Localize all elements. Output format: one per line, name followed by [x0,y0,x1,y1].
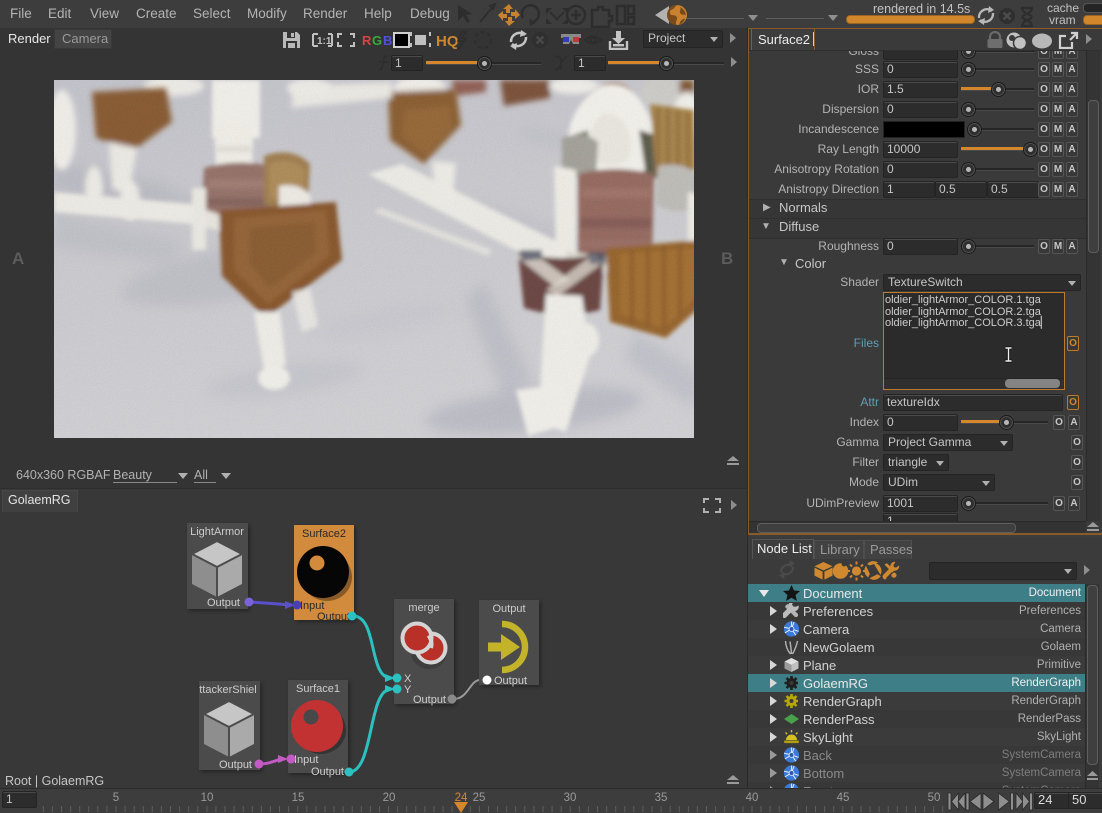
svg-text:25: 25 [473,792,486,804]
svg-text:50: 50 [928,792,941,804]
svg-text:G: G [372,33,382,48]
svg-text:35: 35 [655,792,668,804]
svg-text:1:1: 1:1 [317,36,332,47]
svg-text:ttackerShiel: ttackerShiel [199,684,256,696]
svg-text:10: 10 [201,792,214,804]
svg-text:45: 45 [837,792,850,804]
svg-text:Y: Y [404,684,412,696]
svg-text:15: 15 [292,792,305,804]
svg-text:5: 5 [113,792,119,804]
svg-text:40: 40 [746,792,759,804]
svg-text:Output: Output [317,611,350,623]
svg-text:R: R [362,33,372,48]
svg-text:HQ: HQ [436,33,459,50]
svg-text:20: 20 [383,792,396,804]
svg-text:Output: Output [492,603,525,615]
svg-text:Output: Output [311,766,344,778]
svg-text:Output: Output [207,597,240,609]
svg-text:Output: Output [413,694,446,706]
svg-text:Input: Input [294,754,318,766]
svg-text:B: B [383,33,392,48]
svg-text:30: 30 [564,792,577,804]
svg-text:Surface2: Surface2 [302,528,346,540]
svg-text:Output: Output [219,759,252,771]
svg-text:Output: Output [494,675,527,687]
svg-text:LightArmor: LightArmor [190,526,244,538]
svg-text:merge: merge [408,602,439,614]
svg-text:Surface1: Surface1 [296,683,340,695]
